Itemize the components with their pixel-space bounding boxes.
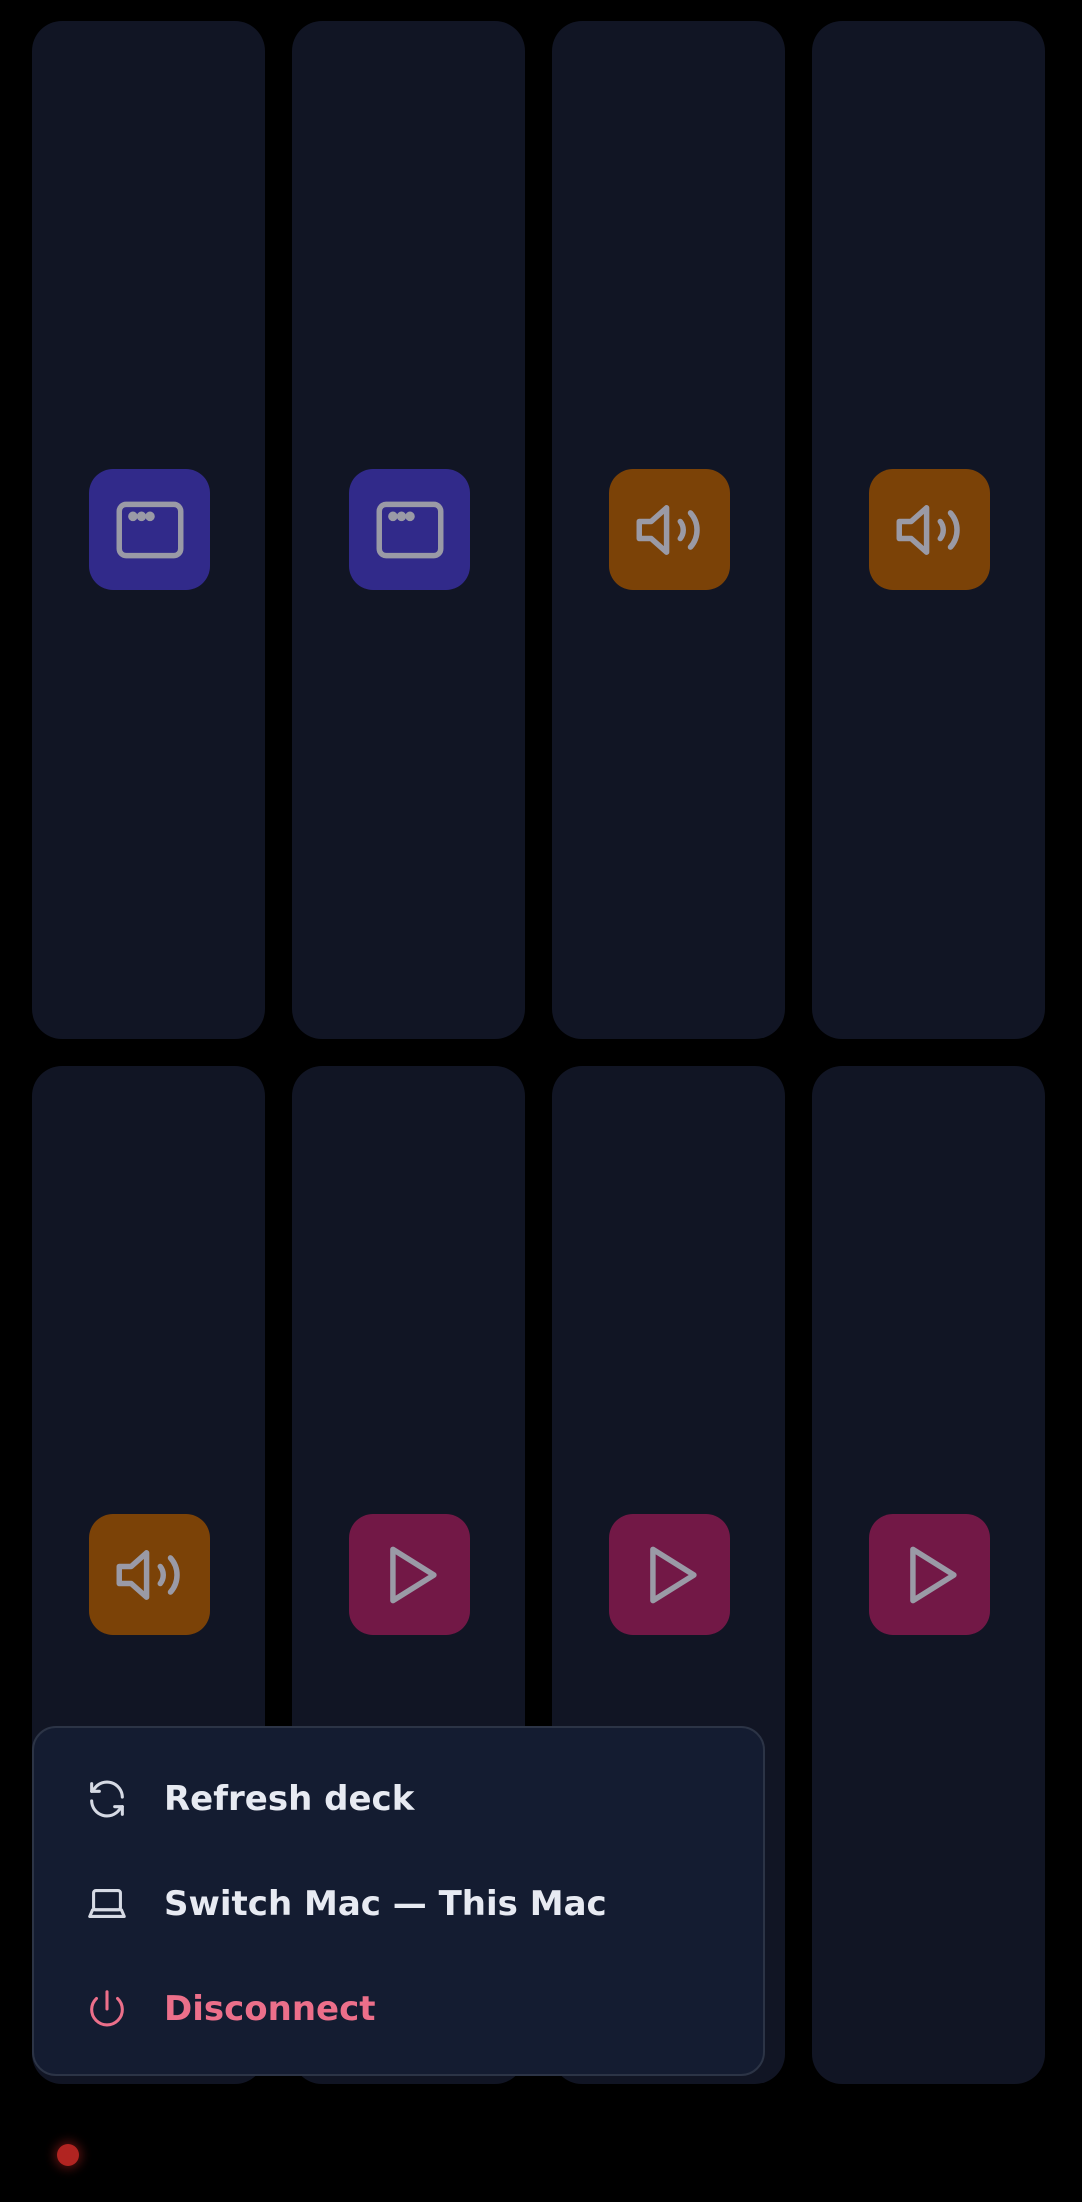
play-icon [869,1514,990,1635]
power-icon [84,1986,130,2032]
app-window-icon [89,469,210,590]
play-icon [349,1514,470,1635]
switch-mac-button[interactable]: Switch Mac — This Mac [84,1869,724,1939]
refresh-icon [84,1776,130,1822]
app-window-icon [349,469,470,590]
disconnect-button[interactable]: Disconnect [84,1974,724,2044]
disconnect-label: Disconnect [164,1989,376,2029]
laptop-icon [84,1881,130,1927]
deck-tile-8[interactable] [812,1066,1045,2084]
status-dot-icon [57,2144,79,2166]
deck-tile-2[interactable] [292,21,525,1039]
volume-icon [89,1514,210,1635]
deck-tile-1[interactable] [32,21,265,1039]
deck-tile-4[interactable] [812,21,1045,1039]
play-icon [609,1514,730,1635]
volume-icon [609,469,730,590]
volume-icon [869,469,990,590]
switch-mac-label: Switch Mac — This Mac [164,1884,607,1924]
refresh-deck-button[interactable]: Refresh deck [84,1764,724,1834]
refresh-deck-label: Refresh deck [164,1779,415,1819]
context-menu: Refresh deck Switch Mac — This Mac Disco… [32,1726,765,2076]
deck-tile-3[interactable] [552,21,785,1039]
